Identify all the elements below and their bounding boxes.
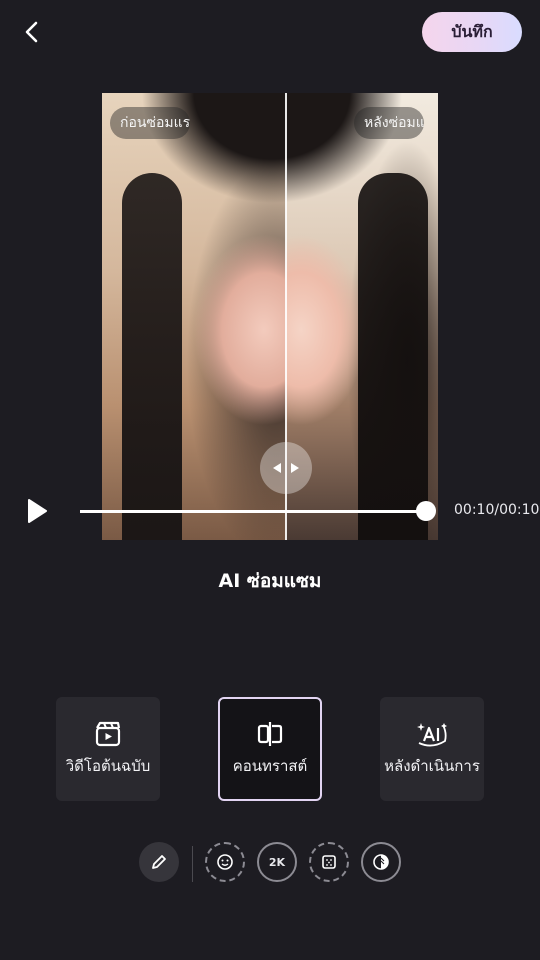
ai-sparkle-icon: [417, 723, 447, 747]
arrow-right-icon: [291, 463, 299, 473]
progress-bar[interactable]: [80, 501, 436, 521]
save-button[interactable]: บันทึก: [422, 12, 522, 52]
edit-pencil-icon: [152, 855, 166, 869]
progress-fill: [80, 510, 426, 513]
option-contrast[interactable]: คอนทราสต์: [218, 697, 322, 801]
tool-bar: 2K: [0, 842, 540, 886]
color-tool-button[interactable]: [361, 842, 401, 882]
noise-icon: [322, 855, 336, 869]
progress-knob[interactable]: [416, 501, 436, 521]
hair-shape-left: [122, 173, 182, 540]
compare-handle[interactable]: [260, 442, 312, 494]
edit-tool-button[interactable]: [139, 842, 179, 882]
noise-tool-button[interactable]: [309, 842, 349, 882]
toolbar-divider: [192, 846, 193, 882]
option-label: วิดีโอต้นฉบับ: [65, 757, 151, 775]
option-label: คอนทราสต์: [232, 757, 308, 775]
time-display: 00:10/00:10: [454, 502, 540, 518]
panel-title: AI ซ่อมแซม: [218, 570, 322, 592]
video-clapper-icon: [95, 721, 121, 747]
option-processed[interactable]: หลังดำเนินการ: [380, 697, 484, 801]
before-label: ก่อนซ่อมแร: [110, 107, 190, 139]
arrow-left-icon: [273, 463, 281, 473]
play-button[interactable]: [22, 496, 52, 526]
compare-split-icon: [257, 722, 283, 746]
play-icon: [28, 499, 47, 523]
resolution-tool-button[interactable]: 2K: [257, 842, 297, 882]
chevron-left-icon: [25, 21, 38, 43]
face-icon: [217, 854, 233, 870]
face-tool-button[interactable]: [205, 842, 245, 882]
after-label: หลังซ่อมแซ: [354, 107, 424, 139]
resolution-label: 2K: [268, 855, 286, 869]
video-preview[interactable]: ก่อนซ่อมแร หลังซ่อมแซ: [102, 93, 438, 540]
back-button[interactable]: [16, 16, 48, 48]
option-label: หลังดำเนินการ: [384, 757, 480, 775]
option-original-video[interactable]: วิดีโอต้นฉบับ: [56, 697, 160, 801]
top-bar: บันทึก: [0, 0, 540, 64]
color-icon: [373, 854, 389, 870]
hair-shape-right: [358, 173, 428, 540]
